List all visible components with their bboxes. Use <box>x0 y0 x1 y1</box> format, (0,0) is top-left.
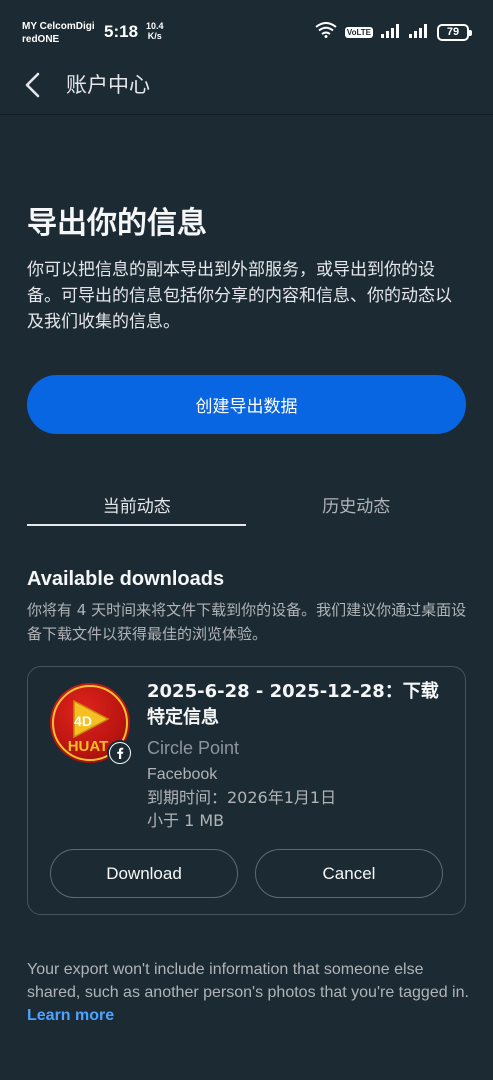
network-speed: 10.4 K/s <box>146 21 164 41</box>
status-time: 5:18 <box>104 22 139 41</box>
battery-icon: 79 <box>437 23 472 41</box>
download-expiry: 到期时间：2026年1月1日 <box>147 788 337 807</box>
volte-icon: VoLTE <box>344 26 373 38</box>
footer-note-text: Your export won't include information th… <box>27 961 469 1001</box>
active-tab-indicator <box>27 524 246 526</box>
facebook-icon <box>107 740 133 766</box>
wifi-icon <box>315 22 337 42</box>
status-icons: VoLTE 79 <box>315 22 472 42</box>
learn-more-link[interactable]: Learn more <box>27 1007 114 1024</box>
tab-past-activity[interactable]: 历史动态 <box>247 482 467 526</box>
tab-current-activity[interactable]: 当前动态 <box>27 482 247 526</box>
signal-icon <box>381 23 401 42</box>
app-header: 账户中心 <box>0 62 493 112</box>
download-size: 小于 1 MB <box>147 811 225 830</box>
status-bar: MY CelcomDigi redONE 5:18 10.4 K/s VoLTE <box>0 0 493 62</box>
section-description: 你将有 4 天时间来将文件下载到你的设备。我们建议你通过桌面设备下载文件以获得最… <box>27 601 467 643</box>
download-button[interactable]: Download <box>50 849 238 898</box>
back-button[interactable] <box>20 70 46 100</box>
page-title: 导出你的信息 <box>27 206 207 241</box>
chevron-left-icon <box>25 72 40 98</box>
page-description: 你可以把信息的副本导出到外部服务，或导出到你的设备。可导出的信息包括你分享的内容… <box>27 260 452 332</box>
network-speed-unit: K/s <box>147 31 162 41</box>
signal-icon-2 <box>409 23 429 42</box>
create-export-button[interactable]: 创建导出数据 <box>27 375 466 434</box>
app-logo-text-top: 4D <box>74 713 92 729</box>
download-platform: Facebook <box>147 766 218 783</box>
section-title: Available downloads <box>27 568 225 590</box>
download-title: 2025-6-28 - 2025-12-28：下载特定信息 <box>147 681 439 728</box>
tab-bar: 当前动态 历史动态 <box>27 482 466 528</box>
carrier-line-2: redONE <box>22 34 60 45</box>
carrier-name: MY CelcomDigi redONE <box>22 20 95 46</box>
app-logo-text-bottom: HUAT <box>68 738 109 755</box>
header-divider <box>0 114 493 115</box>
carrier-line-1: MY CelcomDigi <box>22 21 95 32</box>
footer-note: Your export won't include information th… <box>27 958 472 1027</box>
download-source: Circle Point <box>147 738 240 758</box>
network-speed-value: 10.4 <box>146 21 164 31</box>
cancel-button[interactable]: Cancel <box>255 849 443 898</box>
download-card: 4D HUAT 2025-6-28 - 2025-12-28：下载特定信息 Ci… <box>27 666 466 915</box>
header-title: 账户中心 <box>66 73 150 97</box>
